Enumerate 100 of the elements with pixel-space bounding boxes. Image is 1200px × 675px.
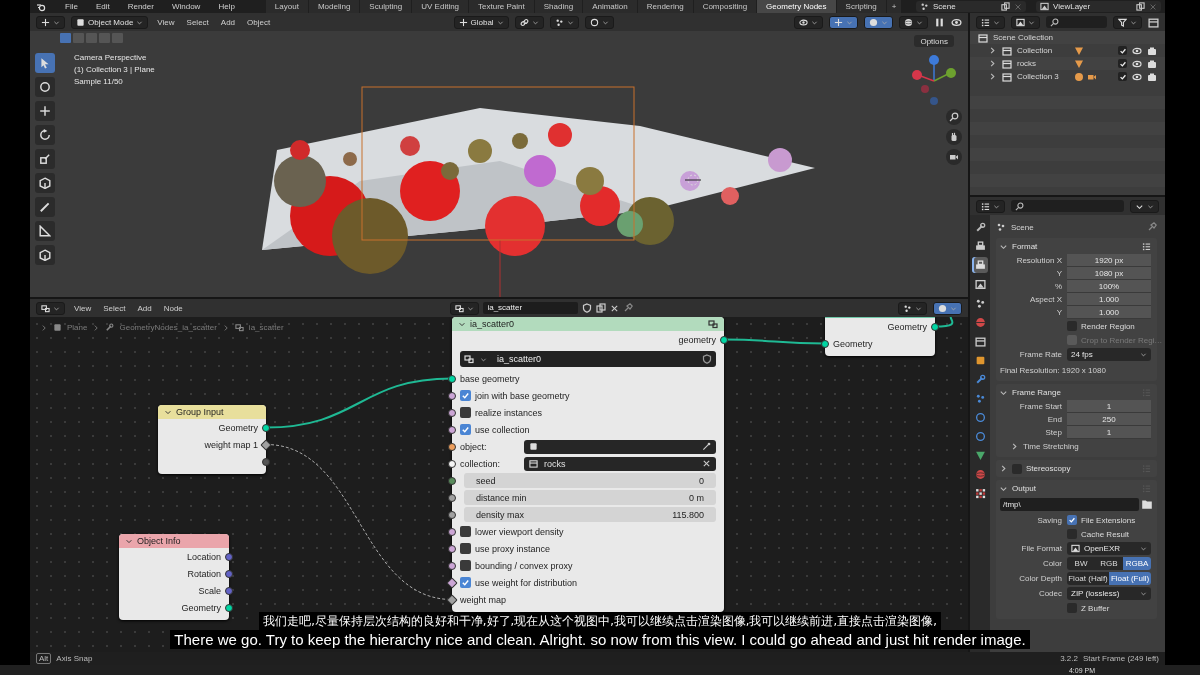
snap-button[interactable]: [898, 301, 927, 315]
workspace-tab[interactable]: UV Editing: [412, 0, 470, 13]
pan-button[interactable]: [946, 129, 962, 145]
eye-icon[interactable]: [1132, 45, 1142, 56]
number-field[interactable]: distance min 0 m: [464, 490, 716, 505]
output-socket[interactable]: [720, 335, 728, 344]
display-mode-button[interactable]: [976, 15, 1005, 29]
checkbox[interactable]: [460, 543, 471, 554]
input-socket[interactable]: [448, 510, 456, 519]
outliner-item[interactable]: Collection: [1017, 46, 1069, 55]
input-socket[interactable]: [821, 339, 829, 348]
search-field[interactable]: [1046, 16, 1107, 28]
tool-button[interactable]: [35, 77, 55, 97]
camera-view-button[interactable]: [946, 149, 962, 165]
output-socket[interactable]: [225, 569, 233, 578]
node-tree-browse-button[interactable]: [450, 301, 480, 315]
workspace-tab[interactable]: Sculpting: [360, 0, 413, 13]
shading-button[interactable]: [899, 15, 928, 29]
eye-icon[interactable]: [1132, 58, 1142, 69]
overlay-button[interactable]: [933, 301, 962, 315]
checkbox[interactable]: [1012, 463, 1022, 474]
new-collection-icon[interactable]: [1148, 16, 1159, 28]
datablock-field[interactable]: [524, 439, 716, 454]
checkbox[interactable]: [460, 407, 471, 418]
output-socket[interactable]: [225, 552, 233, 561]
toggle-option[interactable]: Float (Full): [1109, 572, 1151, 585]
workspace-tab[interactable]: Rendering: [637, 0, 694, 13]
node-header[interactable]: Group Input: [158, 405, 266, 419]
breadcrumb-link[interactable]: ia_scatter: [248, 323, 284, 332]
dropdown[interactable]: 24 fps: [1067, 348, 1151, 361]
panel-header[interactable]: Frame Range: [1012, 388, 1061, 397]
mode-dropdown[interactable]: Object Mode: [71, 15, 149, 29]
file-path-field[interactable]: /tmp\: [1000, 498, 1139, 511]
copy-icon[interactable]: [596, 303, 607, 313]
tool-button[interactable]: [35, 101, 55, 121]
zoom-button[interactable]: [946, 109, 962, 125]
dropdown[interactable]: ZIP (lossless): [1067, 587, 1151, 600]
tool-button[interactable]: [35, 53, 55, 73]
checkbox[interactable]: [460, 577, 471, 588]
mesh-icon[interactable]: [1074, 45, 1084, 56]
camera-icon[interactable]: [1147, 71, 1157, 82]
number-field[interactable]: 1080 px: [1067, 267, 1151, 280]
menu-item[interactable]: File: [62, 2, 81, 11]
node-header[interactable]: Object Info: [119, 534, 229, 548]
toggle-option[interactable]: RGBA: [1123, 557, 1151, 570]
input-socket[interactable]: [448, 442, 456, 451]
number-field[interactable]: 250: [1067, 413, 1151, 426]
checkbox[interactable]: Z Buffer: [1067, 601, 1151, 615]
output-socket[interactable]: [262, 423, 270, 432]
input-socket[interactable]: [448, 527, 456, 536]
checkbox[interactable]: [1118, 59, 1127, 68]
checkbox[interactable]: [460, 526, 471, 537]
input-socket[interactable]: [448, 374, 456, 383]
eyedropper-icon[interactable]: [702, 442, 711, 451]
input-socket[interactable]: [448, 425, 456, 434]
checkbox[interactable]: [460, 390, 471, 401]
node-header[interactable]: ia_scatter0: [452, 317, 724, 331]
outliner-item[interactable]: Scene Collection: [970, 31, 1165, 44]
gizmo-button[interactable]: [829, 15, 858, 29]
input-socket[interactable]: [448, 408, 456, 417]
workspace-tab[interactable]: Scripting: [836, 0, 887, 13]
workspace-tab[interactable]: Shading: [534, 0, 584, 13]
number-field[interactable]: density max 115.800: [464, 507, 716, 522]
toggle-option[interactable]: BW: [1067, 557, 1095, 570]
empty-socket[interactable]: [262, 457, 270, 466]
menu-item[interactable]: Render: [124, 2, 157, 11]
menu-item[interactable]: Node: [160, 303, 186, 313]
checkbox[interactable]: Cache Result: [1067, 527, 1151, 541]
light-icon[interactable]: [1074, 71, 1084, 82]
workspace-tab[interactable]: Layout: [265, 0, 309, 13]
editor-type-button[interactable]: [36, 301, 65, 315]
pivot-button[interactable]: [514, 15, 544, 29]
menu-item[interactable]: Add: [217, 17, 239, 27]
breadcrumb-link[interactable]: Plane: [67, 323, 88, 332]
number-field[interactable]: 1.000: [1067, 306, 1151, 319]
number-field[interactable]: 100%: [1067, 280, 1151, 293]
presets-icon[interactable]: [1142, 242, 1151, 251]
tool-button[interactable]: [35, 221, 55, 241]
eye-icon[interactable]: [951, 16, 962, 28]
pause-icon[interactable]: [934, 16, 945, 28]
snap-button[interactable]: [549, 15, 579, 29]
subpanel-header[interactable]: Time Stretching: [1023, 441, 1079, 451]
outliner-item[interactable]: rocks: [1017, 59, 1069, 68]
panel-header[interactable]: Format: [1012, 242, 1038, 251]
options-dropdown[interactable]: [1130, 199, 1159, 213]
workspace-tab[interactable]: Texture Paint: [469, 0, 535, 13]
options-button[interactable]: Options: [914, 35, 954, 47]
number-field[interactable]: seed 0: [464, 473, 716, 488]
tool-button[interactable]: [35, 197, 55, 217]
output-socket[interactable]: [225, 603, 233, 612]
input-socket[interactable]: [448, 493, 456, 502]
checkbox[interactable]: Render Region: [1067, 319, 1151, 333]
number-field[interactable]: 1.000: [1067, 293, 1151, 306]
clear-icon[interactable]: [702, 459, 711, 468]
overlay-button[interactable]: [864, 15, 893, 29]
copy-icon[interactable]: [1001, 2, 1010, 11]
panel-header[interactable]: Stereoscopy: [1026, 464, 1071, 473]
checkbox[interactable]: [1118, 46, 1127, 55]
panel-header[interactable]: Output: [1012, 484, 1036, 493]
menu-item[interactable]: Select: [100, 303, 129, 313]
